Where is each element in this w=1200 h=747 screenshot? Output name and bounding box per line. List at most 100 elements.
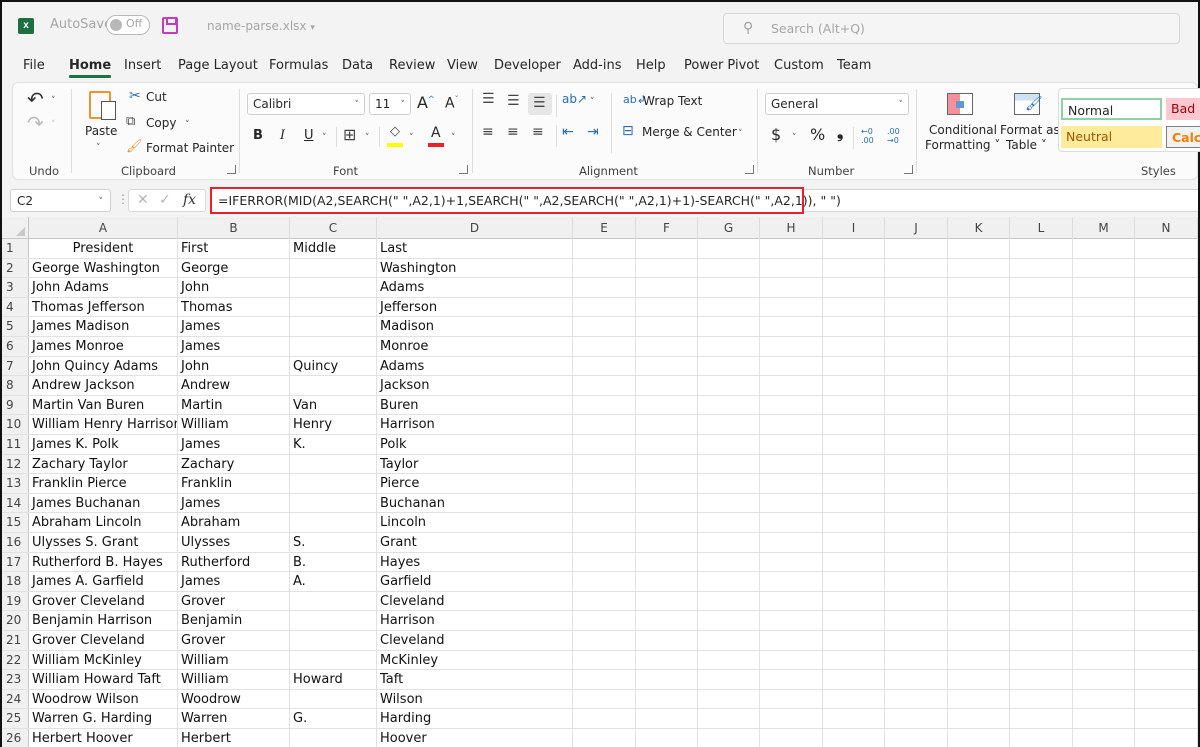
tab-data[interactable]: Data (342, 58, 373, 73)
cell-d24[interactable]: Wilson (377, 689, 573, 709)
cell-b12[interactable]: Zachary (178, 454, 290, 474)
cell-a13[interactable]: Franklin Pierce (29, 474, 178, 493)
cell-d6[interactable]: Monroe (377, 337, 573, 356)
cell-k4[interactable] (948, 297, 1010, 317)
select-all-button[interactable] (2, 217, 29, 239)
tab-home[interactable]: Home (69, 58, 112, 78)
cell-g24[interactable] (698, 689, 760, 709)
cell-e16[interactable] (573, 533, 636, 552)
cell-n14[interactable] (1135, 493, 1198, 513)
cell-i25[interactable] (823, 709, 885, 728)
fill-color-icon[interactable]: ◇ (390, 124, 400, 139)
row-header[interactable]: 3 (2, 278, 29, 297)
cell-b25[interactable]: Warren (178, 709, 290, 728)
cell-i18[interactable] (823, 572, 885, 591)
formula-input-rest[interactable] (802, 189, 1198, 212)
cell-f23[interactable] (636, 670, 698, 689)
row-header[interactable]: 23 (2, 670, 29, 689)
cell-h10[interactable] (760, 415, 823, 434)
cell-h4[interactable] (760, 297, 823, 317)
cell-l15[interactable] (1010, 513, 1073, 532)
cell-k26[interactable] (948, 729, 1010, 747)
cell-a15[interactable]: Abraham Lincoln (29, 513, 178, 532)
cell-l20[interactable] (1010, 611, 1073, 630)
cell-b4[interactable]: Thomas (178, 297, 290, 317)
cell-k9[interactable] (948, 395, 1010, 415)
cell-c23[interactable]: Howard (290, 670, 377, 689)
cell-j24[interactable] (885, 689, 948, 709)
cell-g26[interactable] (698, 729, 760, 747)
cell-i5[interactable] (823, 317, 885, 336)
cell-b21[interactable]: Grover (178, 631, 290, 650)
cell-c4[interactable] (290, 297, 377, 317)
cell-d15[interactable]: Lincoln (377, 513, 573, 532)
cell-f21[interactable] (636, 631, 698, 650)
column-header-h[interactable]: H (760, 217, 823, 239)
cell-i24[interactable] (823, 689, 885, 709)
cell-l19[interactable] (1010, 591, 1073, 611)
copy-button[interactable]: Copy (146, 116, 176, 130)
cell-n2[interactable] (1135, 258, 1198, 278)
column-header-l[interactable]: L (1010, 217, 1073, 239)
cell-g25[interactable] (698, 709, 760, 728)
font-color-dropdown-icon[interactable]: ˅ (451, 133, 456, 143)
row-header[interactable]: 6 (2, 337, 29, 356)
cell-k24[interactable] (948, 689, 1010, 709)
cell-h2[interactable] (760, 258, 823, 278)
cell-c12[interactable] (290, 454, 377, 474)
cell-g12[interactable] (698, 454, 760, 474)
cell-i17[interactable] (823, 552, 885, 572)
cell-c26[interactable] (290, 729, 377, 747)
enter-icon[interactable]: ✓ (159, 192, 171, 208)
cell-e1[interactable] (573, 239, 636, 258)
align-left-icon[interactable]: ≡ (482, 124, 494, 140)
cell-l26[interactable] (1010, 729, 1073, 747)
cell-j9[interactable] (885, 395, 948, 415)
cell-c8[interactable] (290, 376, 377, 395)
cell-e19[interactable] (573, 591, 636, 611)
cell-k16[interactable] (948, 533, 1010, 552)
cell-g7[interactable] (698, 356, 760, 376)
cell-j15[interactable] (885, 513, 948, 532)
cell-e25[interactable] (573, 709, 636, 728)
cell-n15[interactable] (1135, 513, 1198, 532)
cell-d20[interactable]: Harrison (377, 611, 573, 630)
row-header[interactable]: 8 (2, 376, 29, 395)
cell-f4[interactable] (636, 297, 698, 317)
cell-b8[interactable]: Andrew (178, 376, 290, 395)
currency-button[interactable]: $ (771, 125, 781, 144)
cell-m15[interactable] (1073, 513, 1135, 532)
cell-b5[interactable]: James (178, 317, 290, 336)
cell-f26[interactable] (636, 729, 698, 747)
cell-f14[interactable] (636, 493, 698, 513)
cell-h5[interactable] (760, 317, 823, 336)
cell-j7[interactable] (885, 356, 948, 376)
cell-b26[interactable]: Herbert (178, 729, 290, 747)
cell-l22[interactable] (1010, 650, 1073, 670)
cell-d3[interactable]: Adams (377, 278, 573, 297)
cell-k13[interactable] (948, 474, 1010, 493)
cell-b1[interactable]: First (178, 239, 290, 258)
cell-m10[interactable] (1073, 415, 1135, 434)
cell-b17[interactable]: Rutherford (178, 552, 290, 572)
cell-d7[interactable]: Adams (377, 356, 573, 376)
cell-n19[interactable] (1135, 591, 1198, 611)
column-header-m[interactable]: M (1073, 217, 1135, 239)
cell-g13[interactable] (698, 474, 760, 493)
style-neutral[interactable]: Neutral (1061, 126, 1162, 148)
cell-n11[interactable] (1135, 435, 1198, 454)
cell-f22[interactable] (636, 650, 698, 670)
cell-b22[interactable]: William (178, 650, 290, 670)
cell-m5[interactable] (1073, 317, 1135, 336)
cell-m23[interactable] (1073, 670, 1135, 689)
cell-m26[interactable] (1073, 729, 1135, 747)
cell-c16[interactable]: S. (290, 533, 377, 552)
cell-a1[interactable]: President (29, 239, 178, 258)
cell-d2[interactable]: Washington (377, 258, 573, 278)
decrease-indent-icon[interactable]: ⇤ (562, 124, 574, 140)
wrap-text-button[interactable]: Wrap Text (643, 94, 702, 108)
cell-b13[interactable]: Franklin (178, 474, 290, 493)
cell-n21[interactable] (1135, 631, 1198, 650)
search-box[interactable]: ⚲ Search (Alt+Q) (723, 13, 1180, 44)
clipboard-launcher-icon[interactable] (227, 165, 236, 174)
